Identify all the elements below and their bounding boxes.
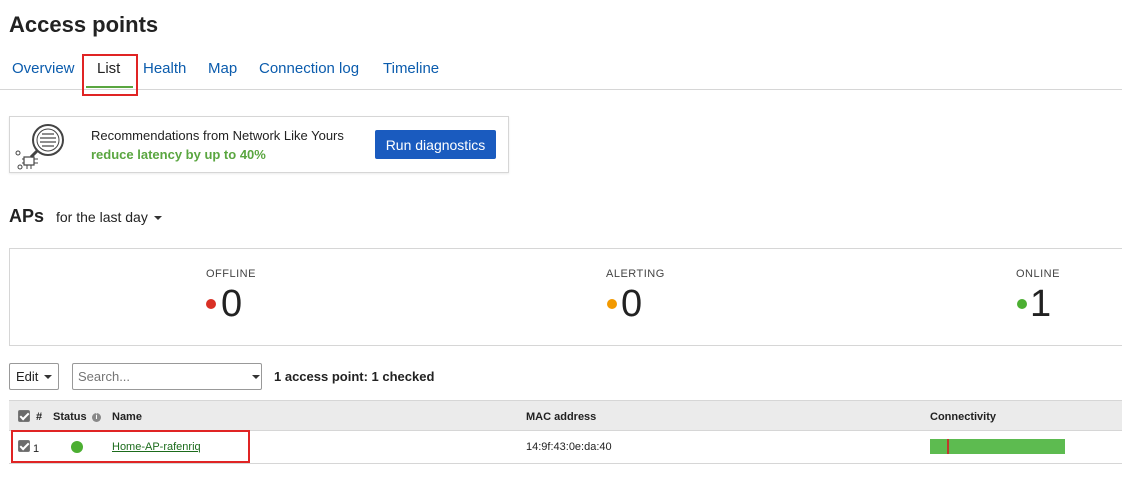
column-mac-address[interactable]: MAC address: [526, 411, 596, 423]
highlight-box-tab: [82, 54, 138, 96]
tab-connection-log[interactable]: Connection log: [259, 60, 359, 77]
online-dot-icon: [1017, 299, 1027, 309]
connectivity-bar[interactable]: [930, 439, 1065, 454]
info-icon[interactable]: i: [92, 413, 101, 422]
select-all-checkbox[interactable]: [18, 410, 30, 422]
offline-dot-icon: [206, 299, 216, 309]
highlight-box-row: [11, 430, 250, 463]
column-name[interactable]: Name: [112, 411, 142, 423]
offline-label: OFFLINE: [206, 268, 256, 280]
tab-overview[interactable]: Overview: [12, 60, 75, 77]
column-status[interactable]: Status: [53, 411, 87, 423]
time-period-label: for the last day: [56, 209, 148, 225]
caret-down-icon: [44, 374, 53, 379]
online-label: ONLINE: [1016, 268, 1060, 280]
page-title: Access points: [9, 12, 159, 37]
tab-timeline[interactable]: Timeline: [383, 60, 439, 77]
table-header: # Status i Name MAC address Connectivity: [9, 401, 1122, 431]
tab-map[interactable]: Map: [208, 60, 237, 77]
selection-count: 1 access point: 1 checked: [274, 369, 435, 384]
offline-count[interactable]: 0: [221, 283, 242, 326]
time-period-dropdown[interactable]: for the last day: [56, 209, 162, 225]
recommendation-text: Recommendations from Network Like Yours: [91, 128, 344, 143]
tab-health[interactable]: Health: [143, 60, 186, 77]
column-number: #: [36, 411, 43, 423]
caret-down-icon: [153, 216, 162, 221]
alerting-dot-icon: [607, 299, 617, 309]
recommendation-highlight: reduce latency by up to 40%: [91, 147, 266, 162]
column-connectivity[interactable]: Connectivity: [930, 411, 996, 423]
mac-address: 14:9f:43:0e:da:40: [526, 441, 612, 453]
search-input[interactable]: [72, 363, 262, 390]
run-diagnostics-button[interactable]: Run diagnostics: [375, 130, 496, 159]
edit-label: Edit: [16, 369, 39, 384]
aps-heading: APs: [9, 206, 45, 226]
recommendation-banner: Recommendations from Network Like Yours …: [9, 116, 509, 173]
edit-dropdown-button[interactable]: Edit: [9, 363, 59, 390]
alerting-count[interactable]: 0: [621, 283, 642, 326]
tab-bar: Overview List Health Map Connection log …: [0, 52, 1122, 90]
connectivity-event-marker: [947, 439, 949, 454]
ap-status-summary: OFFLINE 0 ALERTING 0 ONLINE 1: [9, 248, 1122, 346]
caret-down-icon[interactable]: [252, 375, 260, 379]
alerting-label: ALERTING: [606, 268, 665, 280]
online-count[interactable]: 1: [1030, 283, 1051, 326]
magnifier-circuit-icon: [15, 124, 64, 170]
